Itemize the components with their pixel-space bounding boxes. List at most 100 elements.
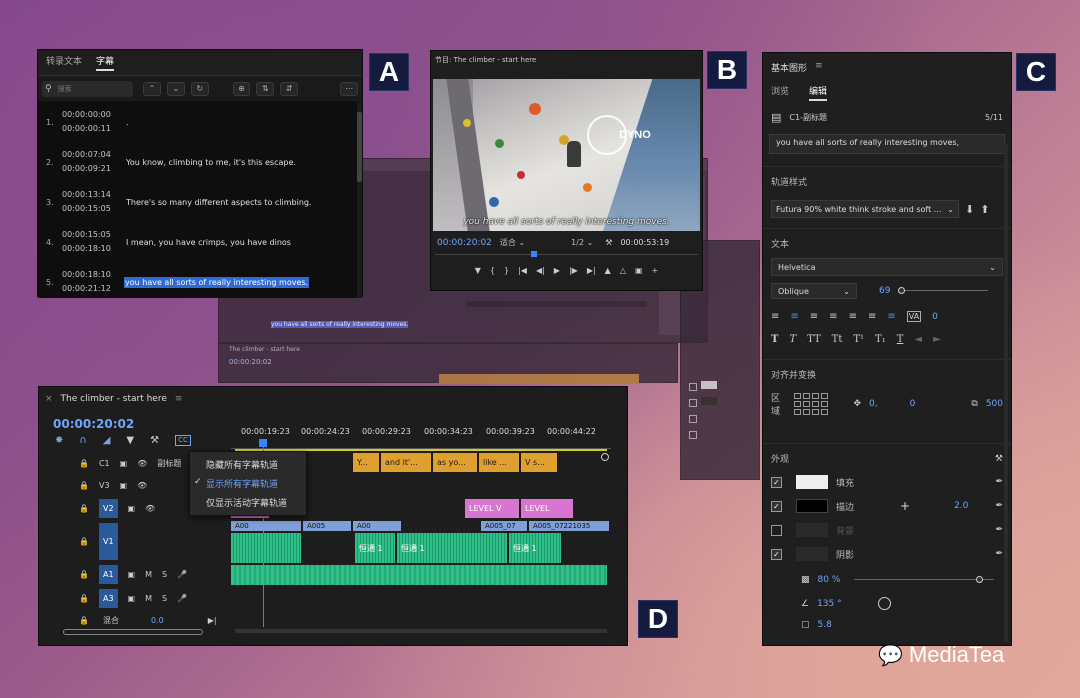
eye-icon[interactable]: 👁 — [145, 504, 155, 513]
program-timecode[interactable]: 00:00:20:02 — [437, 238, 492, 248]
a1-clip[interactable]: 恒通 1 — [355, 533, 395, 563]
caption-clip[interactable]: and it'... — [381, 453, 431, 472]
extract-icon[interactable]: △ — [620, 266, 626, 275]
mix-value[interactable]: 0.0 — [151, 616, 164, 625]
mic-icon[interactable]: 🎤 — [177, 594, 187, 603]
v1-clip[interactable]: A00 — [353, 521, 401, 531]
stroke-width[interactable]: 2.0 — [954, 501, 968, 511]
caption-clip[interactable]: as yo... — [433, 453, 477, 472]
track-a1[interactable]: 🔒 A1 ▣ M S 🎤 — [51, 563, 229, 585]
position-x[interactable]: 0, — [869, 399, 878, 409]
sync-lock-icon[interactable]: ▣ — [128, 570, 136, 579]
opacity-slider[interactable] — [854, 576, 995, 584]
camera-icon[interactable]: ▣ — [635, 266, 643, 275]
angle-dial-icon[interactable] — [877, 597, 891, 610]
tab-transcript[interactable]: 转录文本 — [46, 54, 82, 71]
align-middle-icon[interactable]: ≡ — [868, 311, 876, 322]
caption-row[interactable]: 2. 00:00:07:04 00:00:09:21 You know, clim… — [38, 142, 362, 182]
v1-clip[interactable]: A005_07221035 — [529, 521, 609, 531]
lock-icon[interactable]: 🔒 — [79, 616, 89, 625]
track-v1[interactable]: 🔒 V1 — [51, 521, 229, 561]
caption-track-icon[interactable]: ▣ — [120, 459, 128, 468]
mute-button[interactable]: M — [145, 570, 152, 579]
add-marker-icon[interactable]: ▼ — [126, 435, 134, 446]
distance-value[interactable]: 5.8 — [818, 620, 832, 630]
subscript-icon[interactable]: T₁ — [875, 334, 886, 345]
add-stroke-icon[interactable]: + — [900, 499, 910, 513]
bold-icon[interactable]: T — [771, 334, 778, 345]
timeline-ruler[interactable]: 00:00:19:23 00:00:24:23 00:00:29:23 00:0… — [231, 425, 611, 451]
program-scrubber[interactable] — [435, 251, 698, 262]
font-size-slider[interactable] — [898, 287, 989, 295]
panel-menu-icon[interactable]: ≡ — [815, 61, 823, 74]
eyedropper-icon[interactable]: ✒ — [995, 549, 1003, 559]
align-center-icon[interactable]: ≡ — [790, 311, 798, 322]
tab-edit[interactable]: 编辑 — [809, 84, 828, 101]
a1-clip[interactable]: 恒通 1 — [397, 533, 507, 563]
font-style-select[interactable]: Oblique ⌄ — [771, 283, 857, 299]
video-frame[interactable]: DYNO you have all sorts of really intere… — [433, 79, 700, 231]
caption-text[interactable]: You know, climbing to me, it's this esca… — [126, 158, 296, 167]
caption-text[interactable]: . — [126, 118, 129, 127]
captions-scrollbar[interactable] — [357, 112, 362, 182]
solo-button[interactable]: S — [162, 570, 167, 579]
sync-lock-icon[interactable]: ▣ — [120, 481, 128, 490]
close-icon[interactable]: × — [45, 394, 53, 404]
caption-clip[interactable]: like ... — [479, 453, 519, 472]
a1-clip[interactable] — [231, 533, 301, 563]
add-button-icon[interactable]: + — [652, 266, 659, 275]
shadow-swatch[interactable] — [796, 547, 828, 561]
snap-icon[interactable]: ∩ — [79, 435, 86, 446]
v1-clip[interactable]: A005 — [303, 521, 351, 531]
more-options-icon[interactable]: ⋯ — [340, 81, 359, 96]
fit-select[interactable]: 适合 ⌄ — [500, 237, 525, 248]
eye-icon[interactable]: 👁 — [137, 459, 147, 468]
search-input[interactable]: 搜索 — [58, 84, 72, 94]
a1-clip[interactable]: 恒通 1 — [509, 533, 561, 563]
v2-clip[interactable]: LEVEL V — [465, 499, 519, 518]
align-bottom-icon[interactable]: ≡ — [887, 311, 895, 322]
eye-icon[interactable]: 👁 — [137, 481, 147, 490]
caption-text[interactable]: I mean, you have crimps, you have dinos — [126, 238, 291, 247]
sync-lock-icon[interactable]: ▣ — [128, 594, 136, 603]
justify-icon[interactable]: ≡ — [829, 311, 837, 322]
captions-display-icon[interactable]: CC — [175, 435, 191, 446]
font-size-value[interactable]: 69 — [879, 286, 890, 296]
lift-icon[interactable]: ▲ — [605, 266, 611, 275]
timeline-scrollbar[interactable] — [63, 629, 203, 635]
align-right-icon[interactable]: ≡ — [810, 311, 818, 322]
caption-text[interactable]: you have all sorts of really interesting… — [124, 276, 310, 288]
panel-menu-icon[interactable]: ≡ — [175, 394, 183, 404]
opacity-value[interactable]: 80 % — [818, 575, 841, 585]
v1-clip[interactable]: A005_07 — [481, 521, 527, 531]
play-icon[interactable]: ▶ — [554, 266, 560, 275]
mark-out-bracket-icon[interactable]: } — [504, 266, 509, 275]
v2-clip[interactable]: LEVEL — [521, 499, 573, 518]
graphics-scrollbar[interactable] — [1004, 143, 1008, 643]
lock-icon[interactable]: 🔒 — [79, 594, 89, 603]
background-checkbox[interactable] — [771, 524, 782, 536]
layer-row[interactable]: ▤ C1-副标题 5/11 — [763, 105, 1011, 130]
tracking-value[interactable]: 0 — [932, 312, 938, 322]
caption-text-field[interactable]: you have all sorts of really interesting… — [769, 134, 1005, 154]
track-a3[interactable]: 🔒 A3 ▣ M S 🎤 — [51, 587, 229, 609]
timeline-timecode[interactable]: 00:00:20:02 — [53, 417, 134, 431]
wrench-icon[interactable]: ⚒ — [605, 238, 612, 247]
stroke-swatch[interactable] — [796, 499, 828, 513]
underline-icon[interactable]: T — [897, 334, 904, 345]
caption-row[interactable]: 1. 00:00:00:00 00:00:00:11 . — [38, 102, 362, 142]
caption-row[interactable]: 3. 00:00:13:14 00:00:15:05 There's so man… — [38, 182, 362, 222]
tab-browse[interactable]: 浏览 — [771, 84, 789, 101]
eyedropper-icon[interactable]: ✒ — [995, 501, 1003, 511]
mark-in-bracket-icon[interactable]: { — [490, 266, 495, 275]
caption-clip[interactable]: Y... — [353, 453, 379, 472]
timeline-end-marker[interactable] — [601, 453, 609, 461]
eyedropper-icon[interactable]: ✒ — [995, 477, 1003, 487]
merge-caption-icon[interactable]: ⇵ — [280, 81, 299, 96]
caption-text[interactable]: There's so many different aspects to cli… — [126, 198, 312, 207]
align-left-icon[interactable]: ≡ — [771, 311, 779, 322]
chevron-down-icon[interactable]: ⌄ — [166, 81, 185, 96]
a2-clip[interactable] — [231, 565, 607, 585]
mark-in-icon[interactable]: ▼ — [475, 266, 481, 275]
wrench-icon[interactable]: ⚒ — [150, 435, 159, 446]
